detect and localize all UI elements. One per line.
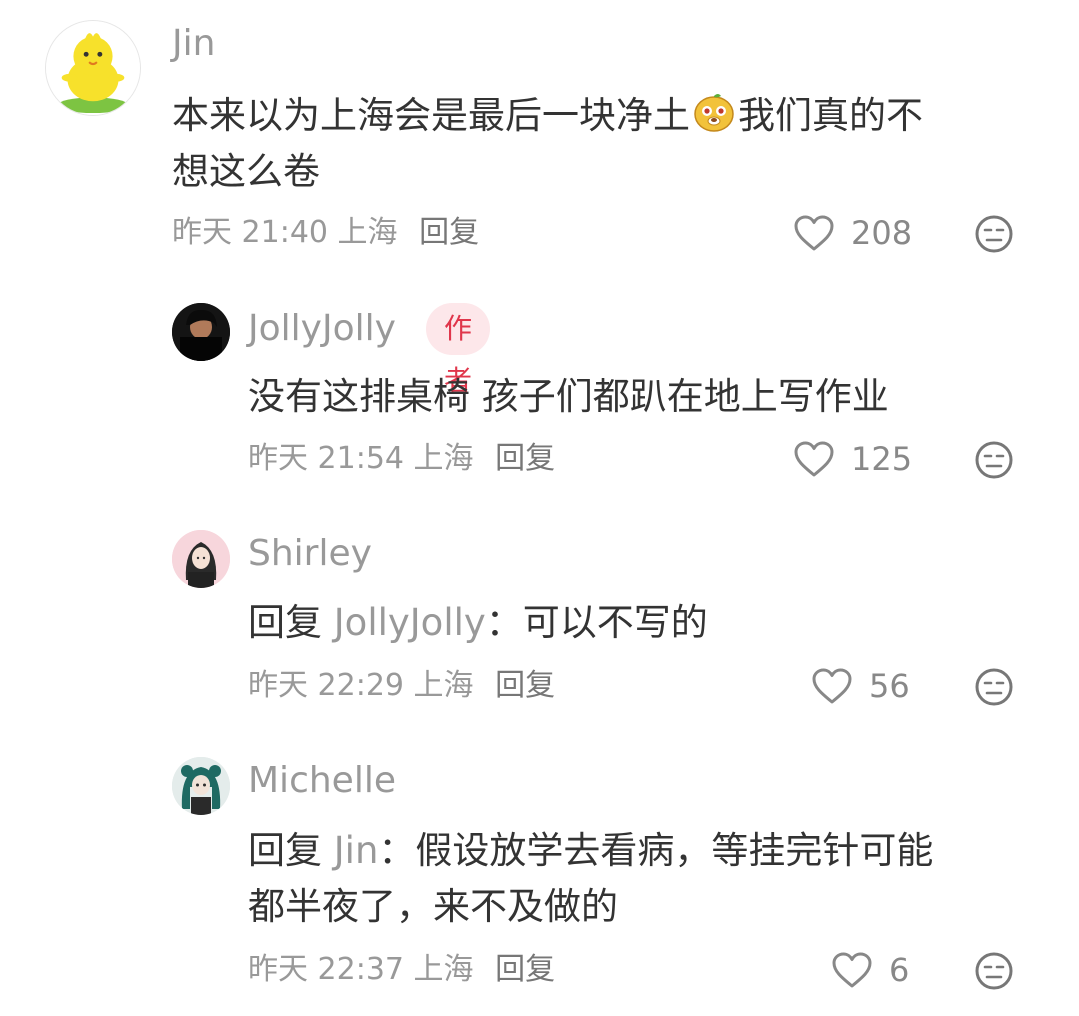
girl-avatar-icon — [172, 530, 230, 588]
like-count: 208 — [851, 214, 913, 252]
like-count: 125 — [851, 440, 913, 478]
comment-text-part: 我们真的不 — [738, 94, 923, 137]
location: 上海 — [413, 441, 474, 476]
timestamp: 昨天 22:29 — [248, 668, 404, 703]
comment-text: 回复 JollyJolly：可以不写的 — [248, 595, 1028, 651]
comment-text: 没有这排桌椅 孩子们都趴在地上写作业 — [248, 375, 889, 418]
chick-avatar-icon — [46, 21, 140, 115]
dislike-button[interactable] — [974, 440, 1014, 480]
reply-prefix: 回复 — [248, 601, 322, 644]
avatar[interactable] — [45, 20, 141, 116]
avatar[interactable] — [172, 303, 230, 361]
like-count: 56 — [869, 667, 910, 705]
like-button[interactable]: 56 — [811, 666, 910, 706]
timestamp: 昨天 21:40 — [172, 215, 328, 250]
like-button[interactable]: 6 — [831, 950, 909, 990]
timestamp: 昨天 21:54 — [248, 441, 404, 476]
like-button[interactable]: 125 — [793, 439, 912, 479]
heart-outline-icon — [812, 668, 852, 704]
meh-face-icon — [975, 668, 1013, 706]
timestamp: 昨天 22:37 — [248, 952, 404, 987]
comment-text: 本来以为上海会是最后一块净土 我们真的不 想这么卷 — [172, 88, 1032, 200]
comment-text-part: 都半夜了，来不及做的 — [248, 885, 618, 928]
avatar[interactable] — [172, 530, 230, 588]
dislike-button[interactable] — [974, 214, 1014, 254]
heart-outline-icon — [794, 215, 834, 251]
heart-outline-icon — [794, 441, 834, 477]
comment-meta: 昨天 22:37 上海 回复 — [248, 950, 555, 990]
username[interactable]: JollyJolly — [248, 307, 396, 351]
reply-button[interactable]: 回复 — [495, 668, 555, 703]
reply-button[interactable]: 回复 — [495, 441, 555, 476]
dislike-button[interactable] — [974, 667, 1014, 707]
reply-separator: ： — [378, 829, 416, 872]
person-avatar-icon — [172, 303, 230, 361]
dislike-button[interactable] — [974, 951, 1014, 991]
comment-text: 回复 Jin：假设放学去看病，等挂完针可能 都半夜了，来不及做的 — [248, 823, 1048, 935]
location: 上海 — [413, 668, 474, 703]
comment-text-part: 想这么卷 — [172, 150, 320, 193]
location: 上海 — [337, 215, 398, 250]
comment-meta: 昨天 21:54 上海 回复 — [248, 439, 555, 479]
location: 上海 — [413, 952, 474, 987]
reply-separator: ： — [485, 601, 523, 644]
comment-text-part: 可以不写的 — [522, 601, 708, 644]
doll-avatar-icon — [172, 757, 230, 815]
username[interactable]: Michelle — [248, 759, 396, 803]
reply-prefix: 回复 — [248, 829, 322, 872]
reply-button[interactable]: 回复 — [495, 952, 555, 987]
comment-meta: 昨天 22:29 上海 回复 — [248, 666, 555, 706]
yellow-blob-emoji-icon — [692, 90, 736, 134]
comment-text-part: 假设放学去看病，等挂完针可能 — [415, 829, 934, 872]
author-badge: 作者 — [426, 303, 491, 397]
meh-face-icon — [975, 215, 1013, 253]
reply-target-username[interactable]: Jin — [334, 829, 379, 872]
username[interactable]: Shirley — [248, 532, 372, 576]
heart-outline-icon — [832, 952, 872, 988]
username[interactable]: Jin — [172, 22, 215, 66]
comment-meta: 昨天 21:40 上海 回复 — [172, 213, 479, 253]
comment-text-part: 本来以为上海会是最后一块净土 — [172, 94, 690, 137]
meh-face-icon — [975, 952, 1013, 990]
like-button[interactable]: 208 — [793, 213, 912, 253]
reply-target-username[interactable]: JollyJolly — [334, 601, 486, 644]
reply-button[interactable]: 回复 — [419, 215, 479, 250]
avatar[interactable] — [172, 757, 230, 815]
meh-face-icon — [975, 441, 1013, 479]
like-count: 6 — [889, 951, 910, 989]
